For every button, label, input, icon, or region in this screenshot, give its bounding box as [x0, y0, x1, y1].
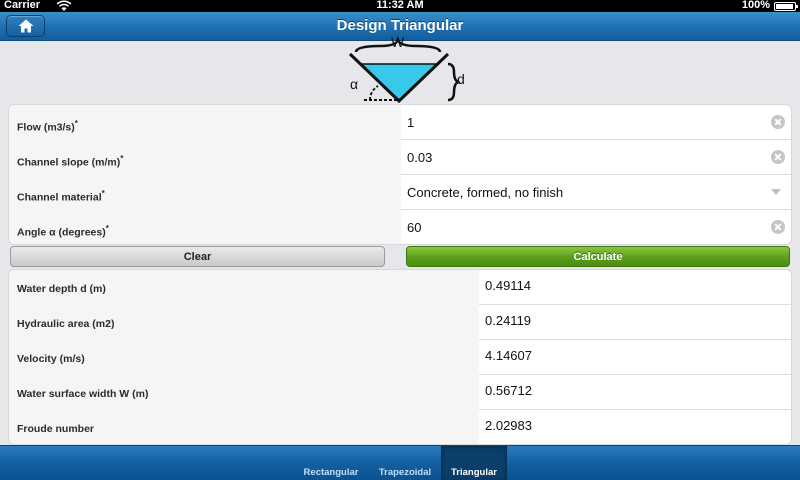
channel-material-value: Concrete, formed, no finish	[407, 185, 564, 200]
angle-label-field: Angle α (degrees)*	[9, 210, 401, 244]
froude-number-value: 2.02983	[485, 418, 532, 433]
channel-material-select[interactable]: Concrete, formed, no finish	[401, 175, 791, 210]
angle-label: α	[350, 76, 359, 92]
result-row: Water depth d (m) 0.49114	[9, 270, 791, 305]
result-row: Hydraulic area (m2) 0.24119	[9, 305, 791, 340]
flow-row: Flow (m3/s)* 1	[9, 105, 791, 140]
clear-button[interactable]: Clear	[10, 246, 385, 267]
surface-width-label: Water surface width W (m)	[9, 375, 479, 410]
battery-icon	[774, 2, 798, 11]
page-title: Design Triangular	[336, 17, 464, 34]
froude-number-label: Froude number	[9, 410, 479, 444]
channel-slope-input[interactable]: 0.03	[401, 140, 791, 175]
depth-label: d	[457, 71, 465, 87]
channel-slope-label: Channel slope (m/m)*	[9, 140, 401, 175]
hydraulic-area-value: 0.24119	[485, 313, 532, 328]
channel-cross-section-icon	[348, 36, 461, 104]
channel-material-row: Channel material* Concrete, formed, no f…	[9, 175, 791, 210]
result-row: Velocity (m/s) 4.14607	[9, 340, 791, 375]
battery-percent: 100%	[741, 0, 770, 11]
triangular-channel-diagram: W d α	[340, 34, 470, 104]
clock: 11:32 AM	[376, 0, 424, 11]
water-depth-value: 0.49114	[485, 278, 532, 293]
channel-material-label: Channel material*	[9, 175, 401, 210]
channel-slope-row: Channel slope (m/m)* 0.03	[9, 140, 791, 175]
velocity-label: Velocity (m/s)	[9, 340, 479, 375]
chevron-down-icon[interactable]	[771, 189, 781, 195]
results-table: Water depth d (m) 0.49114 Hydraulic area…	[8, 269, 792, 445]
angle-row: Angle α (degrees)* 60	[9, 210, 791, 244]
clear-icon[interactable]	[771, 220, 785, 234]
surface-width-value: 0.56712	[485, 383, 532, 398]
flow-input[interactable]: 1	[401, 105, 791, 140]
channel-slope-value: 0.03	[407, 150, 433, 165]
tab-rectangular[interactable]: Rectangular	[296, 446, 366, 480]
input-form: Flow (m3/s)* 1 Channel slope (m/m)* 0.03…	[8, 104, 792, 245]
angle-input[interactable]: 60	[401, 210, 791, 244]
clear-icon[interactable]	[771, 150, 785, 164]
calculate-button[interactable]: Calculate	[406, 246, 790, 267]
hydraulic-area-label: Hydraulic area (m2)	[9, 305, 479, 340]
water-depth-label: Water depth d (m)	[9, 270, 479, 305]
flow-label: Flow (m3/s)*	[9, 105, 401, 140]
width-label: W	[391, 34, 405, 50]
tab-bar: Rectangular Trapezoidal Triangular	[0, 445, 800, 480]
status-bar: Carrier 11:32 AM 100%	[0, 0, 800, 12]
result-row: Froude number 2.02983	[9, 410, 791, 444]
clear-icon[interactable]	[771, 115, 785, 129]
velocity-value: 4.14607	[485, 348, 532, 363]
result-row: Water surface width W (m) 0.56712	[9, 375, 791, 410]
flow-value: 1	[407, 115, 415, 130]
tab-trapezoidal[interactable]: Trapezoidal	[371, 446, 439, 480]
tab-triangular[interactable]: Triangular	[441, 446, 507, 480]
angle-value: 60	[407, 220, 422, 235]
